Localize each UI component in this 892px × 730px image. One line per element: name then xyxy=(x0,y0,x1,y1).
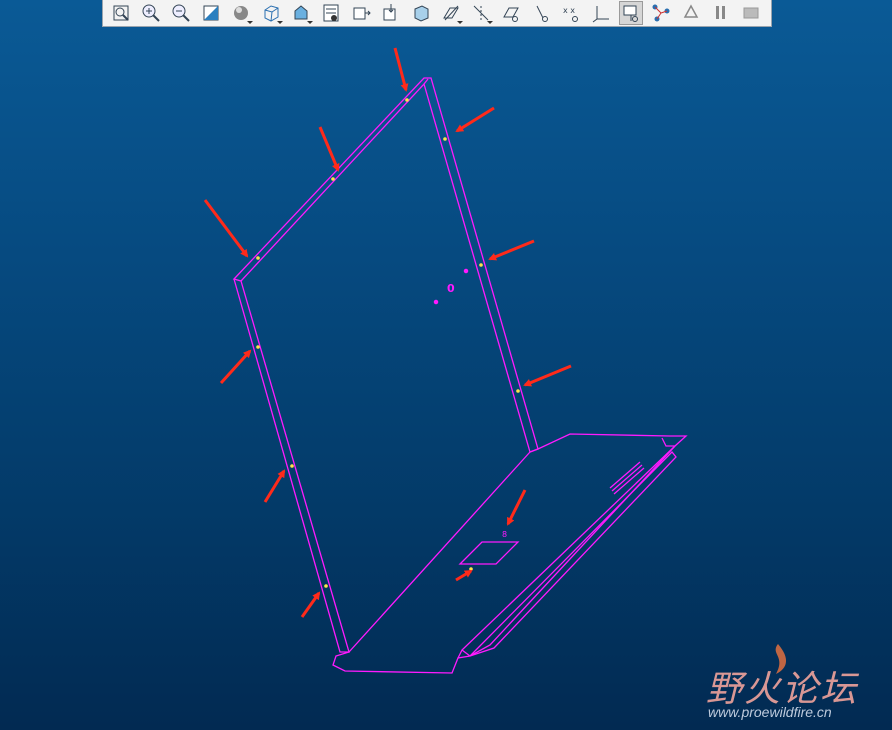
callout-arrow xyxy=(455,106,495,133)
datum-point xyxy=(479,263,483,267)
datum-point xyxy=(516,389,520,393)
base-front-flange xyxy=(457,445,676,659)
callout-arrow xyxy=(219,349,252,385)
datum-point xyxy=(405,98,409,102)
callout-arrow xyxy=(318,126,340,172)
watermark-url: www.proewildfire.cn xyxy=(708,704,832,720)
base-cutout xyxy=(458,541,520,565)
hole xyxy=(433,299,439,305)
model-viewport[interactable]: 0 8 xyxy=(0,0,892,730)
callout-arrow xyxy=(488,239,535,261)
datum-point xyxy=(324,584,328,588)
datum-point xyxy=(290,464,294,468)
small-tag-label: 8 xyxy=(502,530,507,539)
callout-arrow xyxy=(393,47,409,92)
callout-arrows xyxy=(203,47,572,618)
datum-point xyxy=(256,345,260,349)
callout-arrow xyxy=(263,469,286,503)
base-rail-2 xyxy=(661,437,675,447)
callout-arrow xyxy=(523,364,572,387)
base-rail-3 xyxy=(461,649,471,657)
annotation-label: 0 xyxy=(447,282,455,295)
base-plate xyxy=(332,433,688,674)
sheet-metal-part[interactable] xyxy=(232,77,688,674)
back-panel-side-inner xyxy=(423,78,429,85)
datum-point xyxy=(443,137,447,141)
callout-arrow xyxy=(300,591,321,618)
callout-arrow xyxy=(455,569,473,582)
callout-arrow xyxy=(506,489,527,526)
vent-slots xyxy=(609,461,645,495)
back-panel-edge xyxy=(232,77,539,453)
datum-point xyxy=(331,177,335,181)
hole xyxy=(463,268,469,274)
datum-points[interactable] xyxy=(256,98,520,588)
datum-point xyxy=(256,256,260,260)
base-rail-1 xyxy=(469,451,677,657)
callout-arrow xyxy=(203,199,249,258)
forum-watermark: 野火论坛 www.proewildfire.cn xyxy=(704,642,884,726)
